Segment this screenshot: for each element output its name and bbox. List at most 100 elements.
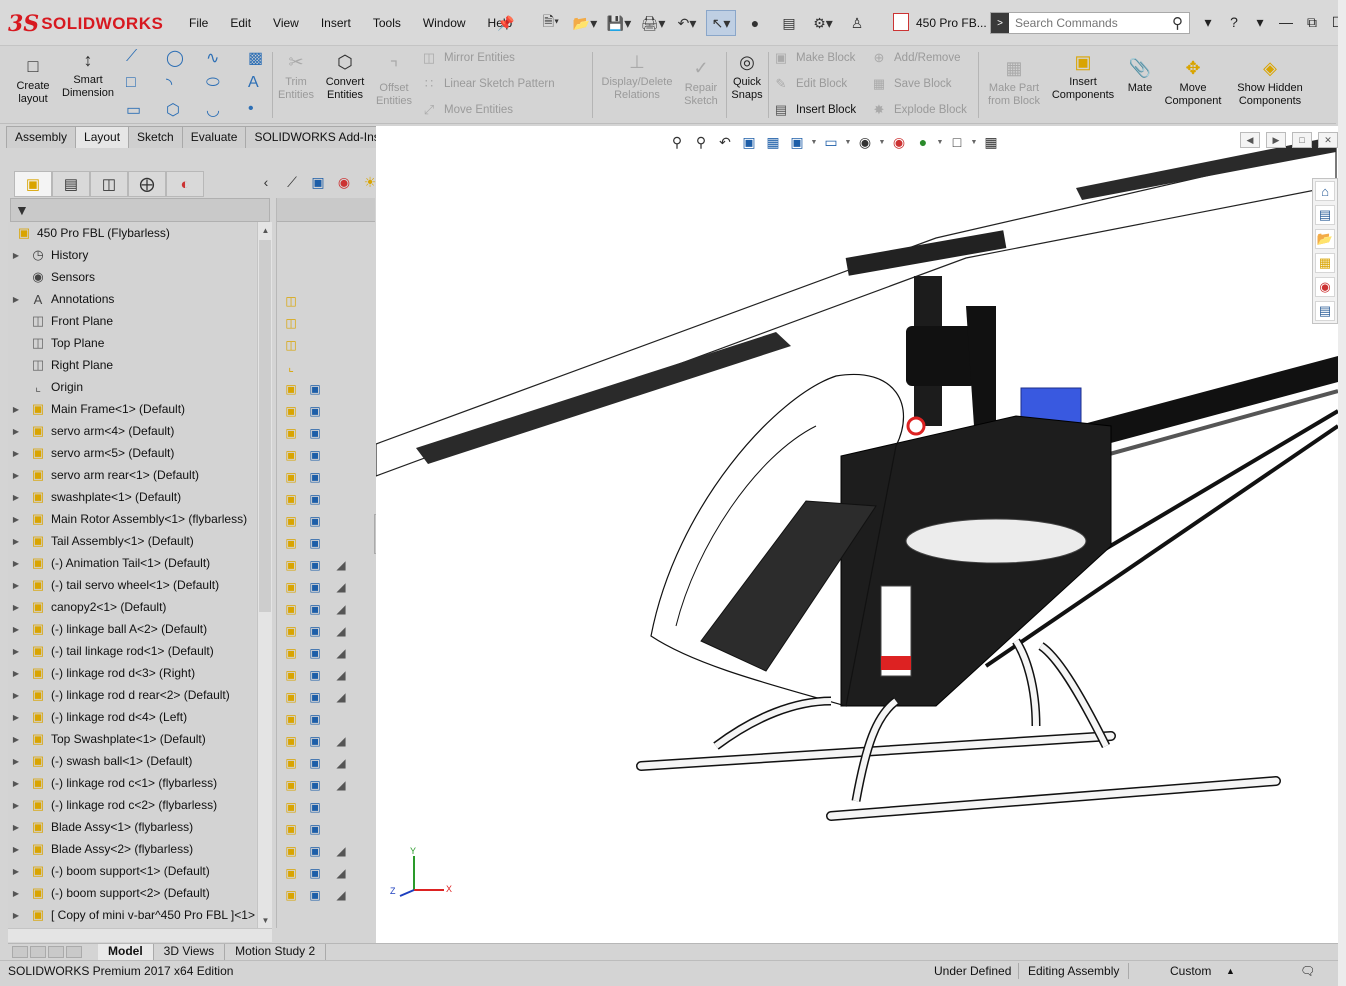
edit-appearance-icon[interactable]: ◉ (888, 132, 910, 152)
tree-node[interactable]: ▶ ▣ Tail Assembly<1> (Default) (8, 530, 194, 552)
save-icon[interactable]: 💾▾ (604, 10, 634, 36)
collapse-left-icon[interactable]: ‹ (256, 172, 276, 192)
spline-icon[interactable]: ∿ (206, 48, 219, 68)
expand-arrow-icon[interactable]: ▶ (10, 295, 22, 304)
section-view-icon[interactable]: ▣ (738, 132, 760, 152)
transparency-icon[interactable]: ◢ (333, 601, 349, 617)
transparency-icon[interactable]: ◢ (333, 579, 349, 595)
add-remove-button[interactable]: ⊕ Add/Remove (870, 48, 961, 68)
origin-visibility-icon[interactable]: ⌞ (283, 359, 299, 375)
tree-node[interactable]: ▶ ▣ (-) linkage rod d<3> (Right) (8, 662, 195, 684)
component-visibility-icon[interactable]: ▣ (283, 381, 299, 397)
show-hidden-components-button[interactable]: ◈ Show Hidden Components (1230, 56, 1310, 108)
tree-node[interactable]: ▶ ▣ (-) swash ball<1> (Default) (8, 750, 192, 772)
tree-node[interactable]: ▶ ▣ (-) tail linkage rod<1> (Default) (8, 640, 214, 662)
transparency-icon[interactable]: ◢ (333, 667, 349, 683)
repair-sketch-button[interactable]: ✓ Repair Sketch (680, 56, 722, 108)
display-mode-icon[interactable]: ▣ (307, 513, 323, 529)
view-palette-icon[interactable]: ▦ (1315, 253, 1335, 273)
file-explorer-icon[interactable]: 📂 (1315, 229, 1335, 249)
tree-node[interactable]: ▶ ◷ History (8, 244, 88, 266)
transparency-icon[interactable]: ◢ (333, 645, 349, 661)
menu-tools[interactable]: Tools (362, 12, 412, 34)
component-visibility-icon[interactable]: ▣ (283, 755, 299, 771)
mate-button[interactable]: 📎 Mate (1122, 56, 1158, 95)
first-tab-icon[interactable] (12, 946, 28, 958)
help-dropdown-icon[interactable]: ▾ (1250, 12, 1270, 32)
component-visibility-icon[interactable]: ▣ (283, 865, 299, 881)
help-button[interactable]: ? (1224, 12, 1244, 32)
slot-icon[interactable]: ▭ (126, 100, 141, 120)
select-icon[interactable]: ↖▾ (706, 10, 736, 36)
expand-arrow-icon[interactable]: ▶ (10, 647, 22, 656)
plane-sketch-icon[interactable]: ▩ (248, 48, 263, 68)
display-delete-relations-button[interactable]: ⊥ Display/Delete Relations (596, 50, 678, 102)
display-mode-icon[interactable]: ▣ (307, 733, 323, 749)
tree-node[interactable]: ▶ ▣ [ Copy of mini v-bar^450 Pro FBL ]<1> (8, 904, 255, 926)
feature-manager-tab-icon[interactable]: ▣ (14, 171, 52, 197)
component-visibility-icon[interactable]: ▣ (283, 557, 299, 573)
expand-arrow-icon[interactable]: ▶ (10, 757, 22, 766)
create-layout-button[interactable]: □ Create layout (12, 54, 54, 106)
smart-dimension-button[interactable]: ↕ Smart Dimension (60, 48, 116, 100)
tree-node[interactable]: ◉ Sensors (8, 266, 95, 288)
menu-view[interactable]: View (262, 12, 310, 34)
component-visibility-icon[interactable]: ▣ (283, 645, 299, 661)
view-orientation-icon[interactable]: ▣ (786, 132, 808, 152)
display-mode-icon[interactable]: ▣ (307, 645, 323, 661)
display-mode-icon[interactable]: ▣ (307, 535, 323, 551)
tree-node[interactable]: ▶ ▣ Main Rotor Assembly<1> (flybarless) (8, 508, 247, 530)
display-manager-tab-icon[interactable]: ◐ (166, 171, 204, 197)
prev-tab-icon[interactable] (30, 946, 46, 958)
expand-arrow-icon[interactable]: ▶ (10, 911, 22, 920)
transparency-icon[interactable]: ◢ (333, 865, 349, 881)
menu-window[interactable]: Window (412, 12, 477, 34)
display-mode-icon[interactable]: ▣ (307, 469, 323, 485)
tab-assembly[interactable]: Assembly (6, 126, 77, 148)
edit-block-button[interactable]: ✎ Edit Block (772, 74, 848, 94)
previous-view-icon[interactable]: ↶ (714, 132, 736, 152)
quick-snaps-button[interactable]: ◎ Quick Snaps (728, 50, 766, 102)
display-mode-icon[interactable]: ▣ (307, 755, 323, 771)
circle-icon[interactable]: ◯ (166, 48, 184, 68)
tree-root[interactable]: ▣ 450 Pro FBL (Flybarless) (8, 222, 170, 244)
tree-node[interactable]: ▶ ▣ (-) boom support<2> (Default) (8, 882, 210, 904)
plane-visibility-icon[interactable]: ◫ (283, 293, 299, 309)
display-mode-icon[interactable]: ▣ (307, 667, 323, 683)
tree-horizontal-scrollbar[interactable] (8, 928, 272, 942)
display-mode-icon[interactable]: ▣ (307, 887, 323, 903)
component-visibility-icon[interactable]: ▣ (283, 777, 299, 793)
dropdown-chevron-icon[interactable]: ▾ (1198, 12, 1218, 32)
appearances-scenes-icon[interactable]: ◉ (1315, 277, 1335, 297)
expand-arrow-icon[interactable]: ▶ (10, 823, 22, 832)
component-visibility-icon[interactable]: ▣ (283, 491, 299, 507)
tree-node[interactable]: ▶ ▣ (-) linkage ball A<2> (Default) (8, 618, 207, 640)
move-component-button[interactable]: ✥ Move Component (1160, 56, 1226, 108)
expand-arrow-icon[interactable]: ▶ (10, 449, 22, 458)
display-mode-icon[interactable]: ▣ (307, 843, 323, 859)
dynamic-annotation-icon[interactable]: ▦ (762, 132, 784, 152)
component-visibility-icon[interactable]: ▣ (283, 601, 299, 617)
unit-system-button[interactable]: Custom (1170, 964, 1211, 978)
display-mode-icon[interactable]: ▣ (307, 579, 323, 595)
display-mode-icon[interactable]: ▣ (307, 403, 323, 419)
expand-arrow-icon[interactable]: ▶ (10, 493, 22, 502)
quick-tips-icon[interactable]: 🗨 (1300, 964, 1315, 978)
expand-arrow-icon[interactable]: ▶ (10, 251, 22, 260)
expand-arrow-icon[interactable]: ▶ (10, 581, 22, 590)
zoom-to-area-icon[interactable]: ⚲ (690, 132, 712, 152)
expand-arrow-icon[interactable]: ▶ (10, 603, 22, 612)
search-commands-box[interactable]: > ⚲ (990, 12, 1190, 34)
display-mode-icon[interactable]: ▣ (307, 711, 323, 727)
component-visibility-icon[interactable]: ▣ (283, 623, 299, 639)
tree-node[interactable]: ▶ ▣ (-) linkage rod d rear<2> (Default) (8, 684, 230, 706)
display-mode-icon[interactable]: ▣ (307, 865, 323, 881)
transparency-icon[interactable]: ◢ (333, 623, 349, 639)
transparency-icon[interactable]: ◢ (333, 557, 349, 573)
display-style-hud-icon[interactable]: ▭ (820, 132, 842, 152)
linear-sketch-pattern-button[interactable]: ∷ Linear Sketch Pattern (420, 74, 555, 94)
expand-arrow-icon[interactable]: ▶ (10, 779, 22, 788)
transparency-icon[interactable]: ◢ (333, 755, 349, 771)
tree-node[interactable]: ▶ ▣ servo arm<5> (Default) (8, 442, 174, 464)
dimxpert-tab-icon[interactable]: ⨁ (128, 171, 166, 197)
